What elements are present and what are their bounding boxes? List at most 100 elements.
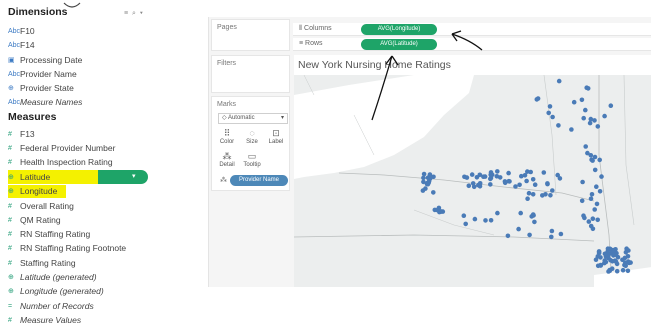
pages-card[interactable]: Pages [211,19,290,51]
avg-longitude-pill[interactable]: AVG(Longitude) [361,24,437,35]
provider-marker[interactable] [488,182,493,187]
provider-marker[interactable] [602,258,607,263]
provider-marker[interactable] [588,196,594,201]
provider-marker[interactable] [466,183,472,189]
field-longitude-generated[interactable]: ⊕ Longitude (generated) [8,285,104,297]
provider-marker[interactable] [543,192,548,197]
provider-marker[interactable] [623,260,628,265]
provider-marker[interactable] [524,178,529,184]
provider-marker[interactable] [483,218,488,223]
provider-marker[interactable] [592,154,598,160]
provider-marker[interactable] [596,249,602,254]
provider-marker[interactable] [534,97,540,102]
provider-marker[interactable] [597,189,603,194]
field-processing-date[interactable]: ▣ Processing Date [8,54,82,66]
provider-marker[interactable] [532,182,538,187]
provider-name-pill[interactable]: Provider Name [230,175,288,186]
provider-marker[interactable] [558,231,564,237]
provider-marker[interactable] [474,175,480,180]
map-view[interactable] [294,75,651,287]
provider-marker[interactable] [614,268,620,274]
provider-marker[interactable] [588,116,594,122]
provider-marker[interactable] [497,175,503,180]
provider-marker[interactable] [530,192,536,197]
provider-marker[interactable] [606,269,611,274]
provider-marker[interactable] [530,177,536,182]
field-f13[interactable]: # F13 [8,128,35,140]
provider-marker[interactable] [599,174,604,179]
provider-marker[interactable] [595,124,601,129]
collapse-chevron-icon[interactable] [62,1,82,11]
provider-marker[interactable] [518,210,523,216]
provider-marker[interactable] [461,213,467,218]
provider-marker[interactable] [548,193,553,198]
provider-marker[interactable] [587,120,593,126]
field-provider-state[interactable]: ⊕ Provider State [8,82,74,94]
field-latitude-generated[interactable]: ⊕ Latitude (generated) [8,271,97,283]
provider-marker[interactable] [505,233,511,239]
provider-marker[interactable] [597,157,602,163]
provider-marker[interactable] [588,153,594,158]
provider-marker[interactable] [516,226,521,232]
provider-marker[interactable] [593,257,599,262]
field-rn-staffing-rating[interactable]: # RN Staffing Rating [8,228,90,240]
provider-marker[interactable] [569,127,574,132]
field-provider-name[interactable]: Abc Provider Name [8,68,77,80]
field-measure-names[interactable]: Abc Measure Names [8,96,82,108]
provider-marker[interactable] [594,201,600,207]
provider-marker[interactable] [589,192,595,197]
provider-marker[interactable] [586,219,592,224]
pill-dropdown-caret-icon[interactable]: ▾ [132,172,136,180]
provider-marker[interactable] [424,181,430,187]
provider-marker[interactable] [602,113,607,119]
provider-marker[interactable] [525,196,530,201]
provider-marker[interactable] [547,104,553,109]
field-health-inspection-rating[interactable]: # Health Inspection Rating [8,156,113,168]
columns-shelf[interactable]: ⦀ Columns AVG(Longitude) [293,23,651,36]
provider-marker[interactable] [545,181,550,187]
provider-marker[interactable] [615,254,621,260]
provider-marker[interactable] [517,182,522,188]
provider-marker[interactable] [550,114,555,120]
provider-marker[interactable] [620,267,626,273]
provider-marker[interactable] [462,174,467,180]
tooltip-button[interactable]: ▭ Tooltip [241,151,263,168]
provider-marker[interactable] [427,176,433,181]
provider-marker[interactable] [579,97,585,103]
provider-marker[interactable] [506,170,511,176]
provider-marker[interactable] [590,216,596,221]
field-measure-values[interactable]: # Measure Values [8,314,81,326]
provider-marker[interactable] [609,266,615,271]
field-f14[interactable]: Abc F14 [8,39,35,51]
provider-marker[interactable] [549,228,555,234]
filters-card[interactable]: Filters [211,55,290,93]
provider-marker[interactable] [582,215,587,221]
provider-marker[interactable] [532,219,537,225]
provider-marker[interactable] [526,190,532,196]
size-button[interactable]: ◌ Size [241,128,263,145]
mark-type-dropdown[interactable]: ◇ Automatic ▾ [218,113,288,124]
provider-marker[interactable] [527,232,532,238]
provider-marker[interactable] [602,251,608,257]
provider-marker[interactable] [555,172,560,178]
provider-marker[interactable] [472,216,478,222]
provider-marker[interactable] [477,184,483,189]
provider-marker[interactable] [431,190,436,195]
provider-marker[interactable] [611,247,616,253]
provider-marker[interactable] [556,123,561,128]
provider-marker[interactable] [502,180,508,186]
provider-marker[interactable] [628,260,633,265]
field-rn-staffing-rating-footnote[interactable]: # RN Staffing Rating Footnote [8,242,126,254]
provider-marker[interactable] [488,175,494,181]
provider-marker[interactable] [571,99,577,105]
provider-marker[interactable] [423,186,428,191]
provider-marker[interactable] [438,209,444,214]
label-button[interactable]: ⊡ Label [265,128,287,145]
provider-marker[interactable] [549,234,554,240]
provider-marker[interactable] [580,179,585,185]
pane-tools-icons[interactable]: ≡ ⌕ ▾ [124,10,144,18]
provider-marker[interactable] [495,169,500,174]
provider-marker[interactable] [488,218,494,223]
field-number-of-records[interactable]: = Number of Records [8,300,94,312]
provider-marker[interactable] [595,217,600,223]
